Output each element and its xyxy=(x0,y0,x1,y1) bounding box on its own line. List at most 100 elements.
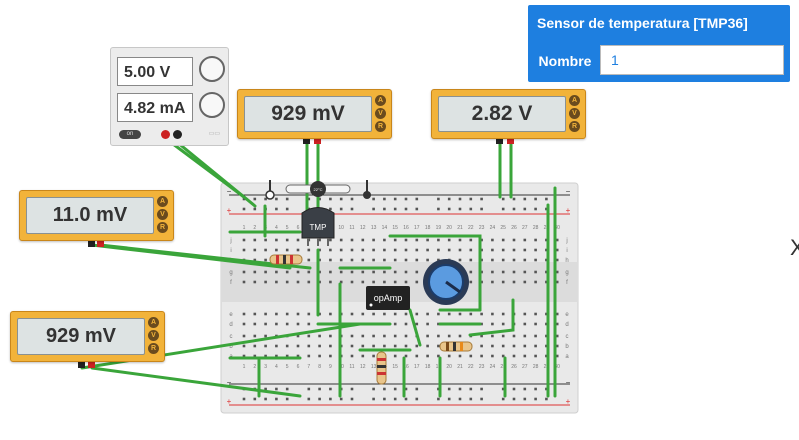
breadboard-hole[interactable] xyxy=(339,197,343,201)
breadboard-hole[interactable] xyxy=(307,344,311,348)
breadboard-hole[interactable] xyxy=(350,344,354,348)
breadboard-hole[interactable] xyxy=(415,344,419,348)
breadboard-hole[interactable] xyxy=(458,387,462,391)
breadboard-hole[interactable] xyxy=(404,197,408,201)
breadboard-hole[interactable] xyxy=(296,344,300,348)
breadboard-hole[interactable] xyxy=(372,280,375,284)
breadboard-hole[interactable] xyxy=(404,312,408,316)
breadboard-hole[interactable] xyxy=(458,334,462,338)
breadboard-hole[interactable] xyxy=(285,207,289,211)
breadboard-hole[interactable] xyxy=(253,270,257,274)
breadboard-hole[interactable] xyxy=(404,354,408,358)
breadboard-hole[interactable] xyxy=(372,207,375,211)
breadboard-hole[interactable] xyxy=(383,334,386,338)
breadboard-hole[interactable] xyxy=(372,354,375,358)
breadboard-hole[interactable] xyxy=(404,344,408,348)
breadboard-hole[interactable] xyxy=(523,238,527,242)
breadboard-hole[interactable] xyxy=(426,248,429,252)
breadboard-hole[interactable] xyxy=(264,334,267,338)
breadboard-hole[interactable] xyxy=(501,312,505,316)
breadboard-hole[interactable] xyxy=(307,248,311,252)
breadboard-hole[interactable] xyxy=(383,387,386,391)
breadboard-hole[interactable] xyxy=(339,207,343,211)
breadboard-hole[interactable] xyxy=(469,258,473,262)
breadboard-hole[interactable] xyxy=(253,397,257,401)
breadboard-hole[interactable] xyxy=(350,312,354,316)
breadboard-hole[interactable] xyxy=(242,238,246,242)
breadboard-hole[interactable] xyxy=(512,270,516,274)
mode-volt-icon[interactable]: V xyxy=(569,108,580,119)
breadboard-hole[interactable] xyxy=(534,312,537,316)
breadboard-hole[interactable] xyxy=(404,280,408,284)
breadboard-hole[interactable] xyxy=(307,270,311,274)
breadboard-hole[interactable] xyxy=(426,238,429,242)
breadboard-hole[interactable] xyxy=(264,397,267,401)
breadboard-hole[interactable] xyxy=(350,197,354,201)
breadboard-hole[interactable] xyxy=(264,248,267,252)
breadboard-hole[interactable] xyxy=(329,270,332,274)
multimeter-left-bottom[interactable]: 929 mV A V R xyxy=(10,311,165,362)
breadboard-hole[interactable] xyxy=(491,248,494,252)
breadboard-hole[interactable] xyxy=(393,397,397,401)
breadboard-hole[interactable] xyxy=(415,238,419,242)
breadboard-hole[interactable] xyxy=(275,270,278,274)
breadboard-hole[interactable] xyxy=(242,280,246,284)
breadboard-hole[interactable] xyxy=(469,248,473,252)
breadboard-hole[interactable] xyxy=(350,280,354,284)
breadboard-hole[interactable] xyxy=(275,322,278,326)
breadboard-hole[interactable] xyxy=(372,238,375,242)
breadboard-hole[interactable] xyxy=(264,270,267,274)
breadboard-hole[interactable] xyxy=(491,334,494,338)
breadboard-hole[interactable] xyxy=(372,344,375,348)
breadboard-hole[interactable] xyxy=(437,207,440,211)
mode-ohm-icon[interactable]: R xyxy=(375,121,386,132)
breadboard-hole[interactable] xyxy=(469,207,473,211)
breadboard-hole[interactable] xyxy=(523,248,527,252)
breadboard-hole[interactable] xyxy=(512,334,516,338)
breadboard-hole[interactable] xyxy=(437,334,440,338)
breadboard-hole[interactable] xyxy=(426,312,429,316)
breadboard-hole[interactable] xyxy=(285,344,289,348)
breadboard-hole[interactable] xyxy=(404,270,408,274)
breadboard-hole[interactable] xyxy=(469,197,473,201)
breadboard-hole[interactable] xyxy=(318,334,321,338)
breadboard-hole[interactable] xyxy=(480,354,483,358)
breadboard-hole[interactable] xyxy=(404,238,408,242)
breadboard-hole[interactable] xyxy=(329,344,332,348)
breadboard-hole[interactable] xyxy=(253,248,257,252)
breadboard-hole[interactable] xyxy=(264,280,267,284)
breadboard-hole[interactable] xyxy=(415,387,419,391)
breadboard-hole[interactable] xyxy=(339,397,343,401)
breadboard-hole[interactable] xyxy=(242,312,246,316)
breadboard-hole[interactable] xyxy=(491,312,494,316)
breadboard-hole[interactable] xyxy=(307,312,311,316)
breadboard-hole[interactable] xyxy=(264,238,267,242)
breadboard-hole[interactable] xyxy=(415,270,419,274)
breadboard-hole[interactable] xyxy=(253,322,257,326)
breadboard-hole[interactable] xyxy=(275,344,278,348)
breadboard-hole[interactable] xyxy=(296,238,300,242)
breadboard-hole[interactable] xyxy=(415,248,419,252)
breadboard-hole[interactable] xyxy=(372,258,375,262)
breadboard-hole[interactable] xyxy=(393,238,397,242)
breadboard-hole[interactable] xyxy=(523,344,527,348)
breadboard-hole[interactable] xyxy=(512,344,516,348)
breadboard-hole[interactable] xyxy=(383,397,386,401)
breadboard-hole[interactable] xyxy=(512,280,516,284)
breadboard-hole[interactable] xyxy=(404,207,408,211)
breadboard-hole[interactable] xyxy=(426,322,429,326)
breadboard-hole[interactable] xyxy=(534,322,537,326)
mode-ohm-icon[interactable]: R xyxy=(148,343,159,354)
breadboard-hole[interactable] xyxy=(447,312,451,316)
breadboard-hole[interactable] xyxy=(501,248,505,252)
breadboard-hole[interactable] xyxy=(415,397,419,401)
voltage-dial[interactable] xyxy=(199,56,225,82)
breadboard-hole[interactable] xyxy=(469,312,473,316)
breadboard-hole[interactable] xyxy=(426,258,429,262)
breadboard-hole[interactable] xyxy=(534,397,537,401)
breadboard-hole[interactable] xyxy=(447,238,451,242)
breadboard-hole[interactable] xyxy=(393,312,397,316)
breadboard-hole[interactable] xyxy=(469,270,473,274)
breadboard-hole[interactable] xyxy=(242,344,246,348)
breadboard-hole[interactable] xyxy=(275,387,278,391)
